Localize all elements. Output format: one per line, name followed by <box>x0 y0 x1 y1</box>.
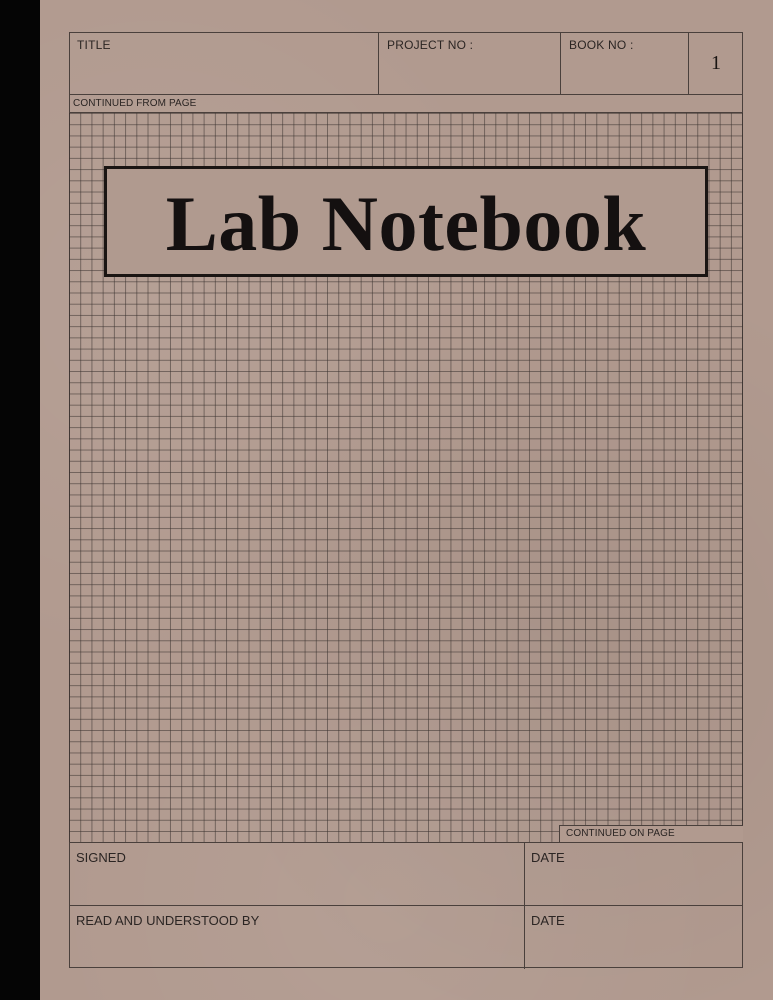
book-number-field[interactable]: BOOK NO : <box>561 32 689 94</box>
book-number-label: BOOK NO : <box>569 38 634 52</box>
signed-row: SIGNED DATE <box>69 843 743 906</box>
project-number-label: PROJECT NO : <box>387 38 474 52</box>
title-field[interactable]: TITLE <box>69 32 379 94</box>
continued-from-label: CONTINUED FROM PAGE <box>73 98 197 109</box>
header-row: TITLE PROJECT NO : BOOK NO : 1 <box>69 32 743 95</box>
title-label: TITLE <box>77 38 111 52</box>
read-understood-label: READ AND UNDERSTOOD BY <box>76 913 260 928</box>
read-date-label: DATE <box>531 913 565 928</box>
project-number-field[interactable]: PROJECT NO : <box>379 32 561 94</box>
signature-footer: SIGNED DATE READ AND UNDERSTOOD BY DATE <box>69 842 743 969</box>
cover-title-box: Lab Notebook <box>104 166 708 277</box>
signed-date-label: DATE <box>531 850 565 865</box>
book-number-value: 1 <box>711 52 721 74</box>
footer-divider <box>524 843 525 969</box>
cover-title: Lab Notebook <box>165 179 647 267</box>
continued-on-label: CONTINUED ON PAGE <box>566 828 675 839</box>
book-number-value-cell: 1 <box>689 32 743 94</box>
signed-label: SIGNED <box>76 850 126 865</box>
binding-spine <box>0 0 40 1000</box>
read-understood-row: READ AND UNDERSTOOD BY DATE <box>69 906 743 969</box>
continued-on-box: CONTINUED ON PAGE <box>559 825 743 842</box>
